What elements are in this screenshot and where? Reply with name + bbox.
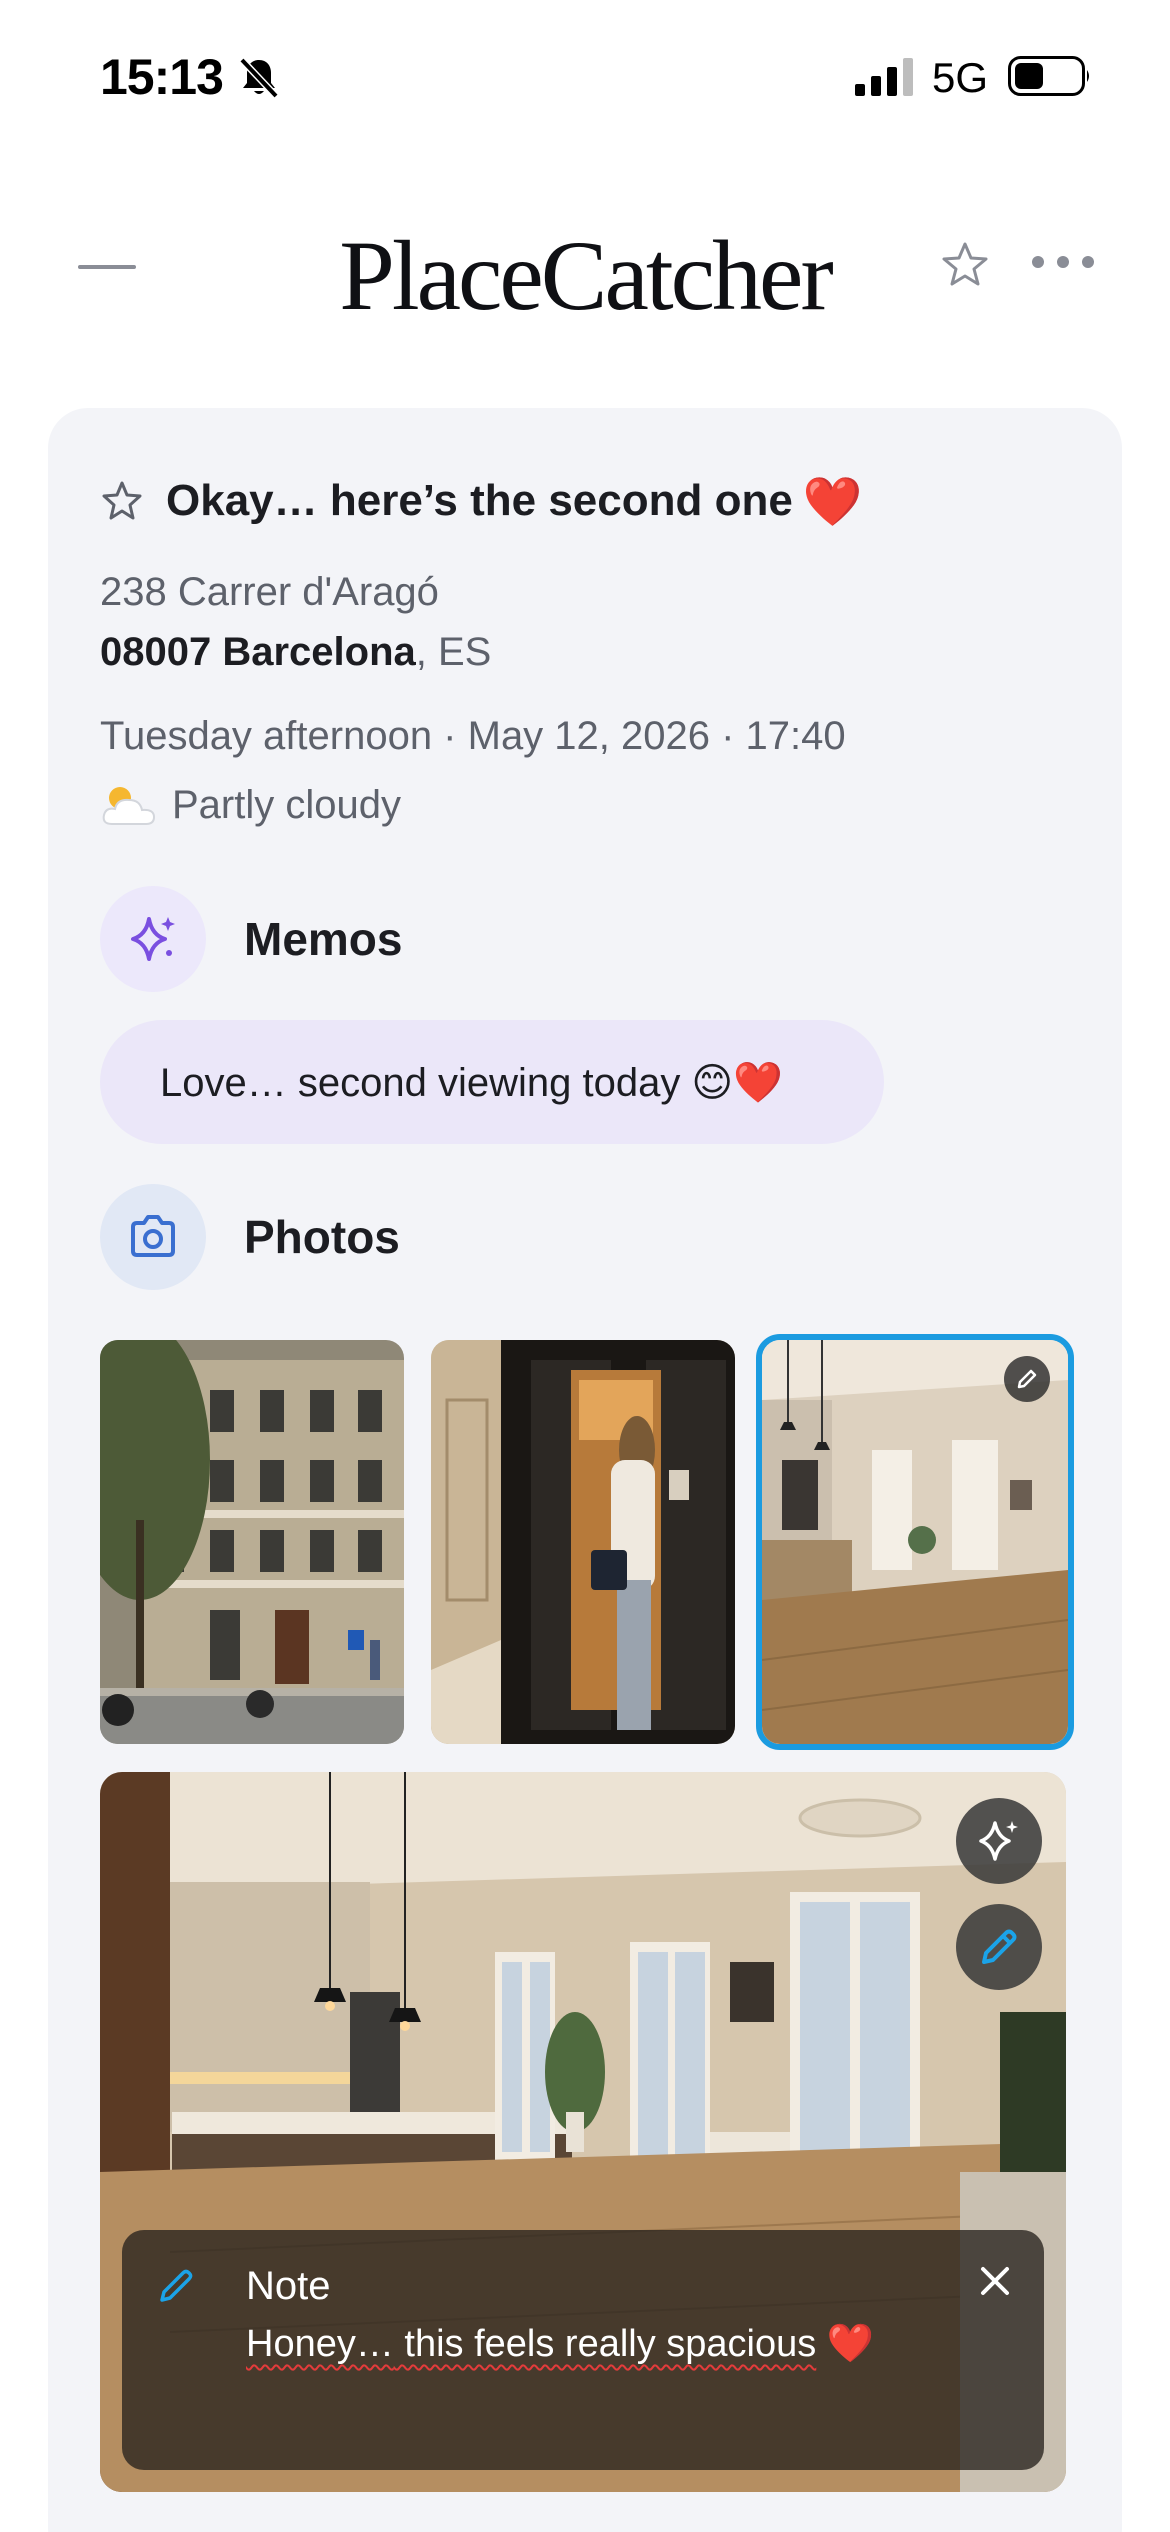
- partly-cloudy-icon: [102, 787, 156, 825]
- address-street: 238 Carrer d'Aragó: [100, 570, 439, 614]
- address-city: 08007 Barcelona: [100, 630, 416, 674]
- photo-thumbnail-entrance[interactable]: [431, 1340, 735, 1744]
- memos-section-header: Memos: [100, 886, 402, 992]
- thumbnail-edit-badge[interactable]: [1004, 1356, 1050, 1402]
- photo-thumbnail-building[interactable]: [100, 1340, 404, 1744]
- photo-thumbnail-interior-selected[interactable]: [756, 1334, 1074, 1750]
- note-heart-emoji: ❤️: [826, 2323, 875, 2365]
- memos-label: Memos: [244, 913, 403, 965]
- pencil-icon: [1017, 1369, 1037, 1389]
- close-icon[interactable]: [978, 2264, 1012, 2298]
- address-country: , ES: [415, 630, 492, 674]
- photos-section-header: Photos: [100, 1184, 400, 1290]
- memo-item[interactable]: Love… second viewing today 😊❤️: [100, 1020, 884, 1144]
- note-title: Note: [246, 2264, 331, 2308]
- network-label: 5G: [932, 54, 989, 101]
- ai-enhance-button[interactable]: [956, 1798, 1042, 1884]
- more-dots-icon[interactable]: [1028, 252, 1098, 272]
- status-time: 15:13: [100, 49, 224, 105]
- sparkles-icon: [979, 1821, 1018, 1861]
- weather-text: Partly cloudy: [172, 782, 401, 827]
- photos-label: Photos: [244, 1211, 400, 1263]
- address-city-line: 08007 Barcelona, ES: [100, 630, 491, 675]
- bell-slash-icon: [239, 57, 279, 99]
- app-header: PlaceCatcher: [0, 190, 1170, 340]
- battery-icon: [1008, 56, 1089, 96]
- weather-row: Partly cloudy: [100, 780, 401, 830]
- entry-card: Okay… here’s the second one ❤️ 238 Carre…: [48, 408, 1122, 2532]
- building-facade-image: [100, 1340, 404, 1744]
- note-text-misspelled: Honey…: [246, 2323, 394, 2365]
- note-pencil-icon: [160, 2269, 193, 2302]
- selected-photo-preview[interactable]: Note Honey… this feels really spacious ❤…: [100, 1772, 1066, 2492]
- entry-datetime: Tuesday afternoon · May 12, 2026 · 17:40: [100, 714, 846, 758]
- memos-icon-badge: [100, 886, 206, 992]
- favorite-star-icon[interactable]: [100, 479, 144, 523]
- camera-icon: [131, 1215, 175, 1257]
- entry-title: Okay… here’s the second one: [166, 476, 793, 525]
- heart-emoji: ❤️: [802, 475, 863, 529]
- edit-photo-button[interactable]: [956, 1904, 1042, 1990]
- signal-icon: [855, 58, 913, 96]
- app-title: PlaceCatcher: [339, 220, 834, 331]
- pencil-icon: [982, 1929, 1017, 1964]
- status-bar: 15:13 5G: [0, 0, 1170, 150]
- star-outline-icon[interactable]: [940, 240, 990, 290]
- entrance-door-image: [431, 1340, 735, 1744]
- entry-title-row: Okay… here’s the second one ❤️: [100, 466, 863, 536]
- note-text-body: this feels really spacious: [393, 2323, 817, 2365]
- note-overlay: Note Honey… this feels really spacious ❤…: [122, 2230, 1044, 2470]
- photos-icon-badge: [100, 1184, 206, 1290]
- sparkles-icon: [131, 917, 175, 961]
- note-text[interactable]: Honey… this feels really spacious ❤️: [246, 2322, 874, 2366]
